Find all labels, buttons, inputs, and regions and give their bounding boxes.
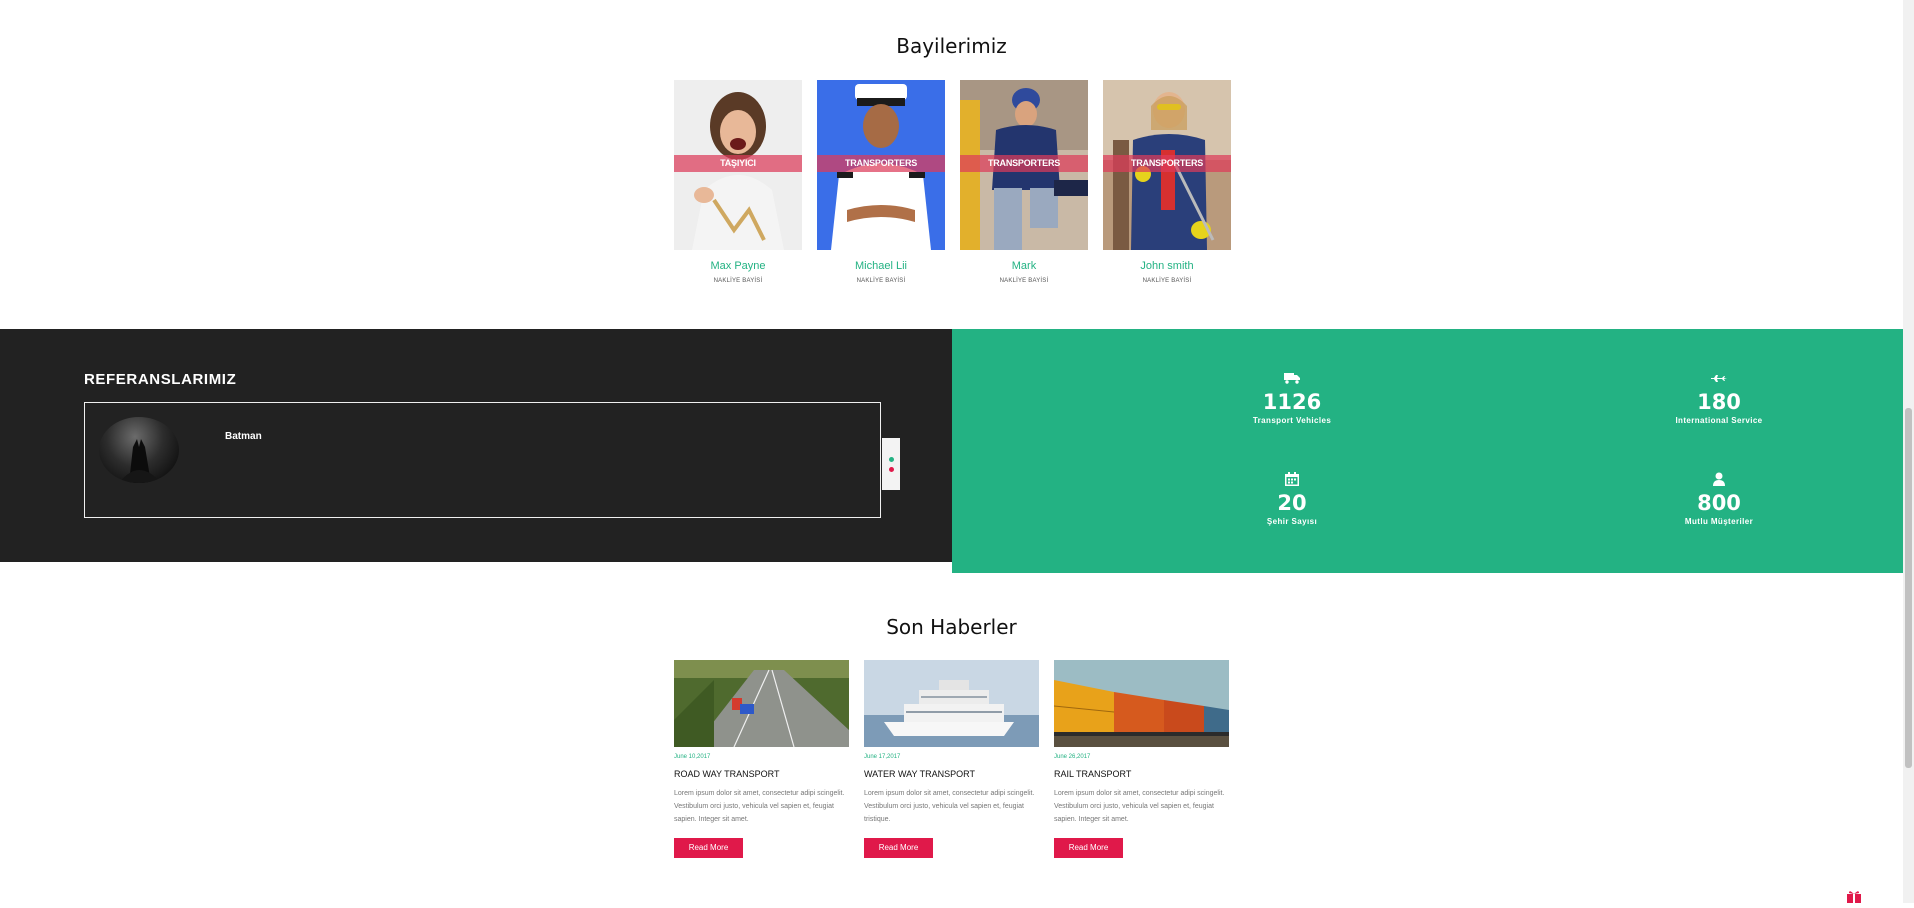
- dealer-name[interactable]: Michael Lii: [817, 260, 945, 272]
- stat-item: 20 Şehir Sayısı: [1192, 471, 1392, 526]
- stat-item: 800 Mutlu Müşteriler: [1619, 471, 1819, 526]
- stat-value: 800: [1697, 491, 1741, 515]
- dealer-badge: TRANSPORTERS: [960, 155, 1088, 172]
- dealer-photo: TRANSPORTERS: [1103, 80, 1231, 250]
- pagination-dot-active[interactable]: [889, 457, 894, 462]
- references-section: REFERANSLARIMIZ Batman: [0, 329, 952, 562]
- dealer-role: NAKLİYE BAYİSİ: [713, 278, 763, 284]
- scrollbar[interactable]: [1903, 0, 1914, 903]
- news-excerpt: Lorem ipsum dolor sit amet, consectetur …: [674, 790, 845, 823]
- truck-icon: [1192, 370, 1392, 386]
- dealer-role: NAKLİYE BAYİSİ: [999, 278, 1049, 284]
- dealer-badge: TAŞIYICI: [674, 155, 802, 172]
- news-title: Son Haberler: [886, 615, 1017, 639]
- stat-label: Transport Vehicles: [1252, 416, 1332, 425]
- stat-value: 180: [1697, 390, 1741, 414]
- stats-section: 1126 Transport Vehicles 180 Internationa…: [952, 329, 1903, 573]
- user-icon: [1619, 471, 1819, 487]
- news-image[interactable]: [674, 660, 849, 747]
- news-card: June 26,2017 RAIL TRANSPORT Lorem ipsum …: [1054, 660, 1229, 858]
- reference-name: Batman: [225, 431, 262, 442]
- references-pagination[interactable]: [882, 438, 900, 490]
- stat-item: 180 International Service: [1619, 370, 1819, 425]
- dealer-card[interactable]: TRANSPORTERS Michael Lii NAKLİYE BAYİSİ: [817, 80, 945, 284]
- dealer-badge: TRANSPORTERS: [817, 155, 945, 172]
- news-date: June 26,2017: [1054, 754, 1091, 760]
- freight-train-image-icon: [1054, 660, 1229, 747]
- dealer-role: NAKLİYE BAYİSİ: [856, 278, 906, 284]
- dealer-card[interactable]: TRANSPORTERS John smith NAKLİYE BAYİSİ: [1103, 80, 1231, 284]
- news-headline[interactable]: ROAD WAY TRANSPORT: [674, 769, 849, 779]
- batman-icon: [119, 439, 161, 483]
- dealers-grid: TAŞIYICI Max Payne NAKLİYE BAYİSİ TRANSP…: [674, 80, 1231, 284]
- calendar-icon: [1192, 471, 1392, 487]
- read-more-button[interactable]: Read More: [674, 838, 743, 858]
- dealer-card[interactable]: TRANSPORTERS Mark NAKLİYE BAYİSİ: [960, 80, 1088, 284]
- dealer-photo: TAŞIYICI: [674, 80, 802, 250]
- stat-label: International Service: [1675, 416, 1763, 425]
- dealer-card[interactable]: TAŞIYICI Max Payne NAKLİYE BAYİSİ: [674, 80, 802, 284]
- news-image[interactable]: [1054, 660, 1229, 747]
- stat-value: 1126: [1262, 390, 1322, 414]
- news-headline[interactable]: WATER WAY TRANSPORT: [864, 769, 1039, 779]
- news-date: June 17,2017: [864, 754, 901, 760]
- news-headline[interactable]: RAIL TRANSPORT: [1054, 769, 1229, 779]
- dealers-title: Bayilerimiz: [896, 34, 1007, 58]
- dealer-name[interactable]: Max Payne: [674, 260, 802, 272]
- dealer-photo: TRANSPORTERS: [817, 80, 945, 250]
- read-more-button[interactable]: Read More: [1054, 838, 1123, 858]
- references-slider[interactable]: Batman: [84, 402, 881, 518]
- stat-label: Şehir Sayısı: [1266, 517, 1318, 526]
- plane-icon: [1619, 370, 1819, 386]
- highway-image-icon: [674, 660, 849, 747]
- dealer-name[interactable]: John smith: [1103, 260, 1231, 272]
- news-date: June 10,2017: [674, 754, 711, 760]
- gift-icon[interactable]: [1846, 890, 1862, 903]
- scrollbar-thumb[interactable]: [1905, 408, 1912, 768]
- reference-avatar: [99, 417, 179, 483]
- references-title: REFERANSLARIMIZ: [84, 371, 237, 388]
- stat-item: 1126 Transport Vehicles: [1192, 370, 1392, 425]
- stat-label: Mutlu Müşteriler: [1684, 517, 1754, 526]
- news-excerpt: Lorem ipsum dolor sit amet, consectetur …: [864, 790, 1035, 823]
- news-image[interactable]: [864, 660, 1039, 747]
- page: Bayilerimiz TAŞIYICI Max Payne NAKLİYE B…: [0, 0, 1903, 903]
- pagination-dot[interactable]: [889, 467, 894, 472]
- news-excerpt: Lorem ipsum dolor sit amet, consectetur …: [1054, 790, 1225, 823]
- dealer-photo: TRANSPORTERS: [960, 80, 1088, 250]
- news-card: June 17,2017 WATER WAY TRANSPORT Lorem i…: [864, 660, 1039, 858]
- dealer-role: NAKLİYE BAYİSİ: [1142, 278, 1192, 284]
- read-more-button[interactable]: Read More: [864, 838, 933, 858]
- news-card: June 10,2017 ROAD WAY TRANSPORT Lorem ip…: [674, 660, 849, 858]
- dealer-badge: TRANSPORTERS: [1103, 155, 1231, 172]
- news-grid: June 10,2017 ROAD WAY TRANSPORT Lorem ip…: [674, 660, 1230, 858]
- stat-value: 20: [1277, 491, 1307, 515]
- dealer-name[interactable]: Mark: [960, 260, 1088, 272]
- cruise-ship-image-icon: [864, 660, 1039, 747]
